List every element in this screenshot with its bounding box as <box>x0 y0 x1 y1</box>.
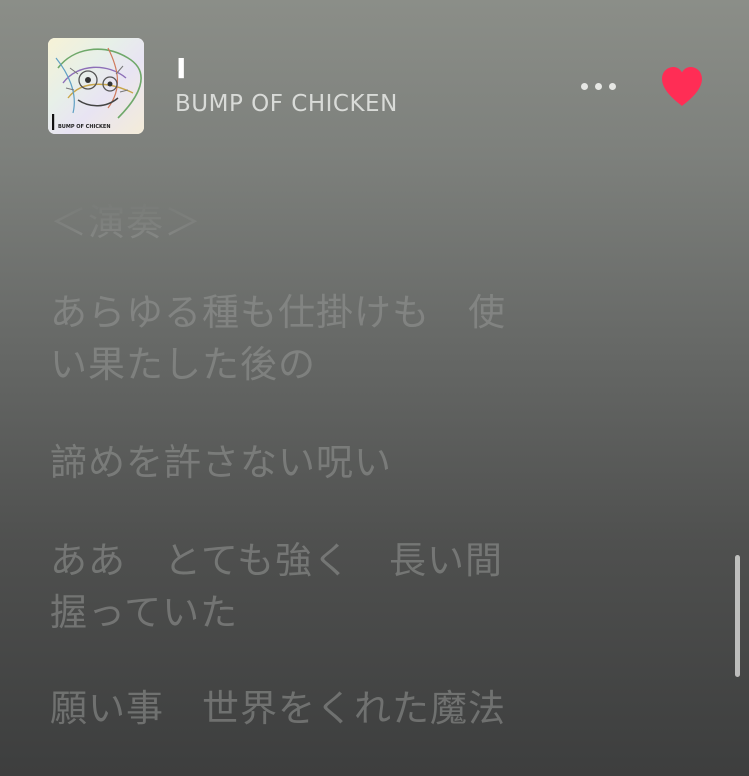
lyric-line[interactable]: 握っていた <box>50 588 238 638</box>
lyrics-scrollbar[interactable] <box>735 555 740 677</box>
more-horizontal-icon-dot <box>608 82 616 90</box>
lyric-line[interactable]: 諦めを許さない呪い <box>50 438 392 488</box>
album-artwork-label: BUMP OF CHICKEN <box>58 124 111 130</box>
more-horizontal-icon <box>580 82 588 90</box>
more-options-button[interactable] <box>570 66 626 106</box>
track-title[interactable]: I <box>176 52 186 86</box>
lyric-line[interactable]: あらゆる種も仕掛けも 使 <box>50 288 506 338</box>
lyric-line[interactable]: ああ とても強く 長い間 <box>50 536 503 586</box>
love-button[interactable] <box>656 62 708 110</box>
track-artist[interactable]: BUMP OF CHICKEN <box>175 89 398 119</box>
lyric-line[interactable]: い果たした後の <box>50 340 316 390</box>
album-artwork-image: BUMP OF CHICKEN <box>48 38 144 134</box>
more-horizontal-icon-dot <box>594 82 602 90</box>
lyric-line[interactable]: 願い事 世界をくれた魔法 <box>50 684 506 734</box>
album-artwork[interactable]: BUMP OF CHICKEN <box>48 38 144 134</box>
lyric-line-intro[interactable]: ＜演奏＞ <box>50 198 202 240</box>
heart-filled-icon <box>662 67 702 106</box>
now-playing-header: BUMP OF CHICKEN I BUMP OF CHICKEN <box>0 0 749 170</box>
